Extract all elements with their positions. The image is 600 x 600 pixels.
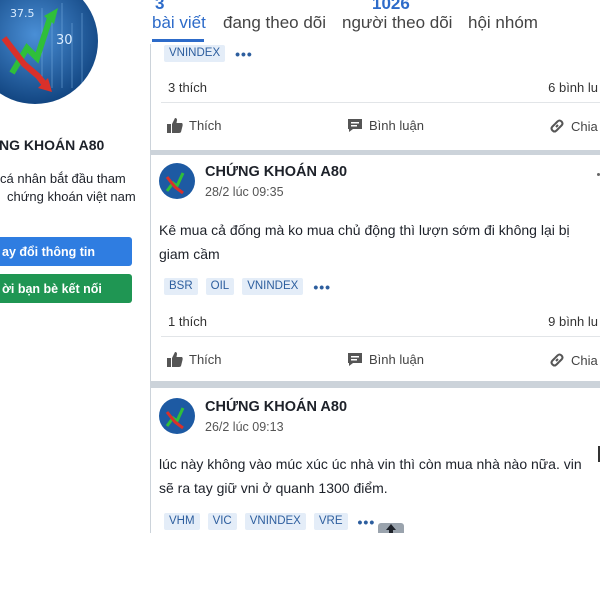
invite-friends-button[interactable]: ời bạn bè kết nối xyxy=(0,274,132,303)
stat-cut: 1026 xyxy=(372,0,410,13)
stock-tag[interactable]: VNINDEX xyxy=(244,513,306,530)
post-text-line: giam cầm xyxy=(159,246,220,262)
like-button[interactable]: Thích xyxy=(167,352,222,367)
tab-groups[interactable]: hội nhóm xyxy=(468,13,538,33)
comment-count[interactable]: 6 bình lu xyxy=(548,80,598,95)
avatar-number-1: 37.5 xyxy=(10,7,35,20)
comment-button[interactable]: Bình luận xyxy=(347,118,424,133)
share-label: Chia xyxy=(571,118,598,134)
like-label: Thích xyxy=(189,118,222,133)
tab-followers[interactable]: người theo dõi xyxy=(342,13,452,33)
link-icon xyxy=(550,119,564,133)
like-count[interactable]: 3 thích xyxy=(168,80,207,95)
share-button[interactable]: Chia xyxy=(549,118,598,134)
post-feed[interactable]: VNINDEX ••• 3 thích 6 bình lu Thích Bình… xyxy=(150,44,600,533)
like-count[interactable]: 1 thích xyxy=(168,314,207,329)
comment-button[interactable]: Bình luận xyxy=(347,352,424,367)
like-label: Thích xyxy=(189,352,222,367)
tab-posts[interactable]: bài viết xyxy=(152,13,206,33)
post-card: CHỨNG KHOÁN A80 26/2 lúc 09:13 lúc này k… xyxy=(151,388,600,533)
post-author[interactable]: CHỨNG KHOÁN A80 xyxy=(205,164,347,180)
stock-tag[interactable]: VNINDEX xyxy=(164,45,226,62)
thumbs-up-icon xyxy=(167,352,183,367)
more-tags-button[interactable]: ••• xyxy=(235,47,253,61)
more-tags-button[interactable]: ••• xyxy=(358,515,376,529)
post-text-line: Kê mua cả đống mà ko mua chủ động thì lư… xyxy=(159,222,570,238)
share-button[interactable]: Chia xyxy=(549,352,598,368)
stock-tag[interactable]: VHM xyxy=(164,513,200,530)
stock-tag[interactable]: VRE xyxy=(313,513,348,530)
post-text: Kê mua cả đống mà ko mua chủ động thì lư… xyxy=(159,218,599,266)
stat-cut: 3 xyxy=(155,0,165,13)
divider xyxy=(161,336,600,337)
profile-bio-line: cá nhân bắt đầu tham xyxy=(0,171,126,186)
stock-tag[interactable]: VIC xyxy=(207,513,237,530)
more-tags-button[interactable]: ••• xyxy=(313,280,331,294)
arrow-up-icon xyxy=(386,524,396,533)
comment-icon xyxy=(348,119,362,132)
stock-tag[interactable]: OIL xyxy=(205,278,235,295)
divider xyxy=(161,102,600,103)
post-time: 28/2 lúc 09:35 xyxy=(205,185,284,199)
profile-name: NG KHOÁN A80 xyxy=(0,137,105,153)
comment-count[interactable]: 9 bình lu xyxy=(548,314,598,329)
profile-bio-line: chứng khoán việt nam xyxy=(7,189,136,204)
like-button[interactable]: Thích xyxy=(167,118,222,133)
author-avatar[interactable] xyxy=(159,163,195,199)
tab-following[interactable]: đang theo dõi xyxy=(223,13,326,33)
thumbs-up-icon xyxy=(167,118,183,133)
profile-panel: 37.5 30 NG KHOÁN A80 cá nhân bắt đầu tha… xyxy=(0,0,150,533)
post-text: lúc này không vào múc xúc úc nhà vin thì… xyxy=(159,452,599,500)
post-author[interactable]: CHỨNG KHOÁN A80 xyxy=(205,399,347,415)
post-tags: VHM VIC VNINDEX VRE ••• xyxy=(164,513,375,530)
post-text-line: lúc này không vào múc xúc úc nhà vin thì… xyxy=(159,456,582,472)
active-tab-indicator xyxy=(152,39,204,42)
author-avatar[interactable] xyxy=(159,398,195,434)
share-label: Chia xyxy=(571,352,598,368)
stock-tag[interactable]: VNINDEX xyxy=(242,278,304,295)
profile-avatar[interactable]: 37.5 30 xyxy=(0,0,98,104)
page-viewport: 37.5 30 NG KHOÁN A80 cá nhân bắt đầu tha… xyxy=(0,0,600,533)
comment-label: Bình luận xyxy=(369,352,424,367)
edit-profile-button[interactable]: ay đổi thông tin xyxy=(0,237,132,266)
post-card: VNINDEX ••• 3 thích 6 bình lu Thích Bình… xyxy=(151,44,600,150)
link-icon xyxy=(550,353,564,367)
post-tags: BSR OIL VNINDEX ••• xyxy=(164,278,331,295)
avatar-number-2: 30 xyxy=(56,33,73,48)
profile-tabs: 3 1026 bài viết đang theo dõi người theo… xyxy=(150,0,600,44)
comment-icon xyxy=(348,353,362,366)
post-tags: VNINDEX ••• xyxy=(164,45,253,62)
post-time: 26/2 lúc 09:13 xyxy=(205,420,284,434)
comment-label: Bình luận xyxy=(369,118,424,133)
profile-bio: cá nhân bắt đầu tham chứng khoán việt na… xyxy=(0,170,150,206)
stock-tag[interactable]: BSR xyxy=(164,278,198,295)
post-text-line: sẽ ra tay giữ vni ở quanh 1300 điểm. xyxy=(159,480,388,496)
post-card: CHỨNG KHOÁN A80 28/2 lúc 09:35 Kê mua cả… xyxy=(151,155,600,381)
scroll-to-top-button[interactable] xyxy=(378,523,404,533)
